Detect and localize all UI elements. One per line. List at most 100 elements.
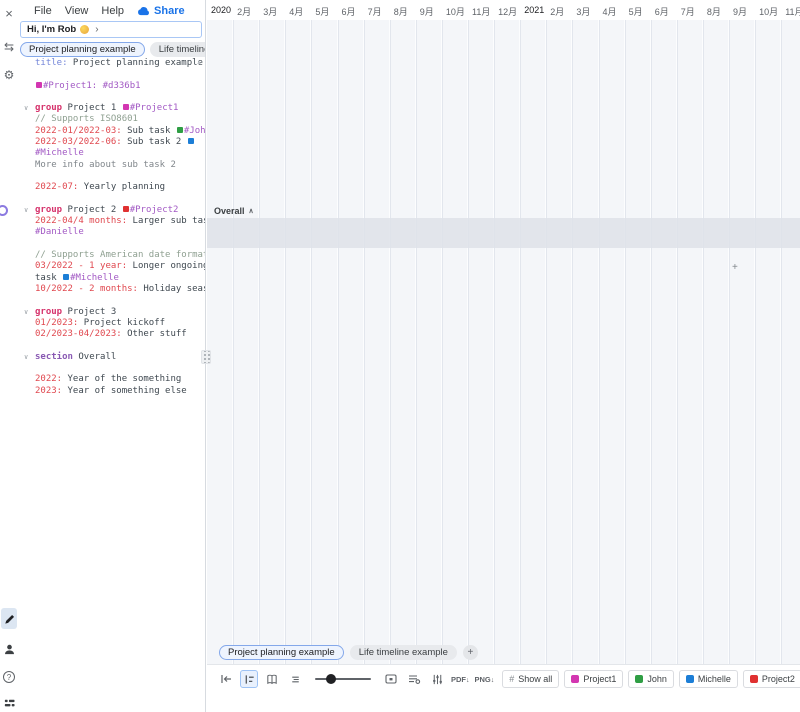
- editor-code-line[interactable]: ∨section Overall: [24, 352, 205, 363]
- show-all-button[interactable]: # Show all: [502, 670, 559, 688]
- code-line-content: #Project1: #d336b1: [35, 81, 141, 92]
- filter-sliders-icon[interactable]: [428, 670, 446, 688]
- view-book-button[interactable]: [263, 670, 281, 688]
- help-icon[interactable]: ?: [0, 668, 18, 686]
- editor-tab-project-planning-example[interactable]: Project planning example: [20, 42, 145, 57]
- editor-code-line[interactable]: title: Project planning example: [24, 58, 205, 69]
- editor-code-line[interactable]: [24, 194, 205, 205]
- overall-section-band[interactable]: [207, 218, 800, 248]
- code-token: Project 2: [62, 205, 122, 215]
- line-gutter: [24, 148, 35, 159]
- share-button[interactable]: Share: [137, 5, 185, 17]
- code-line-content: section Overall: [35, 352, 116, 363]
- editor-code-line[interactable]: [24, 363, 205, 374]
- editor-tab-life-timeline-example[interactable]: Life timeline example: [150, 42, 205, 57]
- fold-chevron-icon[interactable]: ∨: [24, 352, 35, 363]
- code-editor[interactable]: title: Project planning example #Project1…: [18, 58, 205, 712]
- editor-code-line[interactable]: [24, 69, 205, 80]
- list-settings-icon[interactable]: [405, 670, 423, 688]
- view-list-button[interactable]: [286, 670, 304, 688]
- month-grid-line: [442, 20, 443, 664]
- menu-view[interactable]: View: [65, 5, 89, 17]
- tag-filter-john[interactable]: John: [628, 670, 674, 688]
- tag-filter-chips: Project1JohnMichelleProject2Danielle: [564, 670, 800, 688]
- editor-code-line[interactable]: ∨group Project 2 #Project2: [24, 205, 205, 216]
- editor-code-line[interactable]: 01/2023: Project kickoff: [24, 318, 205, 329]
- editor-code-line[interactable]: [24, 171, 205, 182]
- add-event-plus-icon[interactable]: +: [732, 262, 738, 273]
- month-grid-line: [677, 20, 678, 664]
- left-icon-rail: × ⇆ ⚙ ?: [0, 0, 18, 712]
- editor-code-line[interactable]: [24, 295, 205, 306]
- code-line-content: 03/2022 - 1 year: Longer ongoing: [35, 261, 205, 272]
- line-gutter: [24, 194, 35, 205]
- editor-code-line[interactable]: ∨group Project 1 #Project1: [24, 103, 205, 114]
- month-grid-line: [625, 20, 626, 664]
- editor-code-line[interactable]: More info about sub task 2: [24, 160, 205, 171]
- editor-code-line[interactable]: 2022-03/2022-06: Sub task 2: [24, 137, 205, 148]
- download-pdf-button[interactable]: PDF↓: [451, 670, 470, 684]
- timeline-month-label: 6月: [655, 5, 669, 18]
- tag-chip-label: Michelle: [698, 674, 731, 684]
- account-icon[interactable]: [0, 640, 18, 658]
- editor-code-line[interactable]: #Danielle: [24, 227, 205, 238]
- add-page-button[interactable]: +: [463, 645, 478, 660]
- editor-code-line[interactable]: task #Michelle: [24, 273, 205, 284]
- menu-help[interactable]: Help: [101, 5, 124, 17]
- editor-code-line[interactable]: 2023: Year of something else: [24, 386, 205, 397]
- edit-pencil-icon[interactable]: [0, 610, 18, 628]
- editor-code-line[interactable]: [24, 239, 205, 250]
- month-grid-line: [390, 20, 391, 664]
- editor-code-line[interactable]: #Project1: #d336b1: [24, 81, 205, 92]
- code-token: Larger sub task: [127, 216, 205, 226]
- editor-code-line[interactable]: ∨group Project 3: [24, 307, 205, 318]
- code-token: 10/2022 - 2 months:: [35, 284, 138, 294]
- greeting-input[interactable]: Hi, I'm Rob ›: [20, 21, 202, 38]
- code-line-content: title: Project planning example: [35, 58, 203, 69]
- code-token: Year of the something: [62, 374, 181, 384]
- tag-color-swatch: [123, 104, 129, 110]
- code-token: Project 1: [62, 103, 122, 113]
- tag-filter-michelle[interactable]: Michelle: [679, 670, 738, 688]
- timelines-icon[interactable]: [0, 693, 18, 711]
- editor-code-line[interactable]: 03/2022 - 1 year: Longer ongoing: [24, 261, 205, 272]
- page-tab-life-timeline-example[interactable]: Life timeline example: [350, 645, 457, 660]
- page-tab-project-planning-example[interactable]: Project planning example: [219, 645, 344, 660]
- editor-code-line[interactable]: #Michelle: [24, 148, 205, 159]
- menu-file[interactable]: File: [34, 5, 52, 17]
- jump-to-start-icon[interactable]: [217, 670, 235, 688]
- close-icon[interactable]: ×: [0, 4, 18, 22]
- editor-code-line[interactable]: 10/2022 - 2 months: Holiday season: [24, 284, 205, 295]
- settings-gear-icon[interactable]: ⚙: [0, 66, 18, 84]
- timeline-month-label: 9月: [420, 5, 434, 18]
- swap-arrows-icon[interactable]: ⇆: [0, 38, 18, 56]
- editor-code-line[interactable]: 2022-01/2022-03: Sub task #John: [24, 126, 205, 137]
- overall-section-label[interactable]: Overall ∧: [214, 206, 254, 216]
- view-timeline-button[interactable]: [240, 670, 258, 688]
- fold-chevron-icon[interactable]: ∨: [24, 205, 35, 216]
- panel-resize-handle[interactable]: [201, 350, 211, 364]
- editor-code-line[interactable]: [24, 340, 205, 351]
- editor-code-line[interactable]: 2022-07: Yearly planning: [24, 182, 205, 193]
- tag-filter-project2[interactable]: Project2: [743, 670, 800, 688]
- timeline-month-label: 2020: [211, 5, 231, 15]
- code-token: #John: [184, 126, 205, 136]
- editor-code-line[interactable]: 2022-04/4 months: Larger sub task: [24, 216, 205, 227]
- download-png-button[interactable]: PNG↓: [475, 670, 495, 684]
- fold-chevron-icon[interactable]: ∨: [24, 103, 35, 114]
- code-token: 2022-07:: [35, 182, 78, 192]
- fold-chevron-icon[interactable]: ∨: [24, 307, 35, 318]
- code-token: #Project1: [130, 103, 179, 113]
- editor-code-line[interactable]: 2022: Year of the something: [24, 374, 205, 385]
- collapse-chevron-icon: ∧: [249, 207, 254, 215]
- zoom-slider[interactable]: [315, 678, 371, 680]
- editor-code-line[interactable]: [24, 92, 205, 103]
- editor-code-line[interactable]: // Supports American date formats: [24, 250, 205, 261]
- fit-to-screen-icon[interactable]: [382, 670, 400, 688]
- scrollbar-up-arrow-icon[interactable]: ▲: [196, 60, 202, 66]
- editor-code-line[interactable]: // Supports ISO8601: [24, 114, 205, 125]
- tag-filter-project1[interactable]: Project1: [564, 670, 623, 688]
- zoom-slider-knob[interactable]: [326, 674, 336, 684]
- editor-code-line[interactable]: 02/2023-04/2023: Other stuff: [24, 329, 205, 340]
- timeline-view[interactable]: + 20202月3月4月5月6月7月8月9月10月11月12月20212月3月4…: [207, 0, 800, 712]
